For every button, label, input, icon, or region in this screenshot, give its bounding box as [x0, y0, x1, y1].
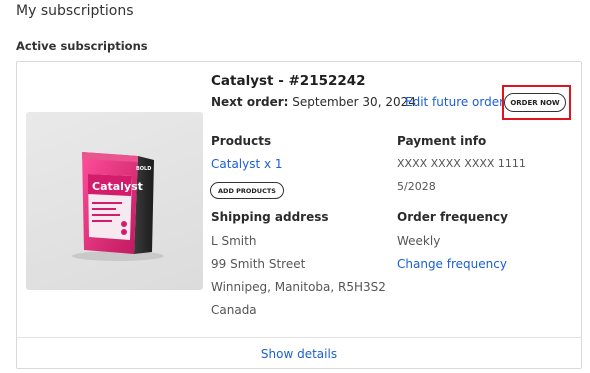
- card-divider: [17, 337, 581, 338]
- card-number: XXXX XXXX XXXX 1111: [397, 157, 526, 170]
- product-item-link[interactable]: Catalyst x 1: [211, 157, 283, 171]
- change-frequency-link[interactable]: Change frequency: [397, 257, 507, 271]
- order-now-button[interactable]: ORDER NOW: [504, 93, 566, 112]
- next-order-line: Next order: September 30, 2024: [211, 95, 416, 109]
- edit-future-order-link[interactable]: Edit future order: [405, 95, 504, 109]
- section-title: Active subscriptions: [16, 39, 148, 53]
- next-order-label: Next order:: [211, 95, 289, 109]
- products-heading: Products: [211, 134, 272, 148]
- product-pouch-illustration: Catalyst BOLD: [72, 152, 164, 261]
- shipping-street: 99 Smith Street: [211, 257, 306, 271]
- pack-brand-text: BOLD: [136, 166, 151, 172]
- shipping-city: Winnipeg, Manitoba, R5H3S2: [211, 280, 386, 294]
- show-details-link[interactable]: Show details: [17, 347, 581, 361]
- next-order-date: September 30, 2024: [292, 95, 416, 109]
- card-expiry: 5/2028: [397, 180, 436, 193]
- frequency-heading: Order frequency: [397, 210, 508, 224]
- add-products-button[interactable]: ADD PRODUCTS: [210, 182, 284, 199]
- shipping-country: Canada: [211, 303, 257, 317]
- frequency-value: Weekly: [397, 234, 441, 248]
- shipping-name: L Smith: [211, 234, 257, 248]
- product-image: Catalyst BOLD: [26, 112, 203, 290]
- subscription-title: Catalyst - #2152242: [211, 73, 366, 89]
- pack-product-name: Catalyst: [92, 180, 143, 193]
- page-title: My subscriptions: [16, 3, 134, 19]
- shipping-heading: Shipping address: [211, 210, 329, 224]
- subscription-card: Catalyst BOLD Catalyst - #2152242 Next o…: [16, 61, 582, 369]
- payment-heading: Payment info: [397, 134, 487, 148]
